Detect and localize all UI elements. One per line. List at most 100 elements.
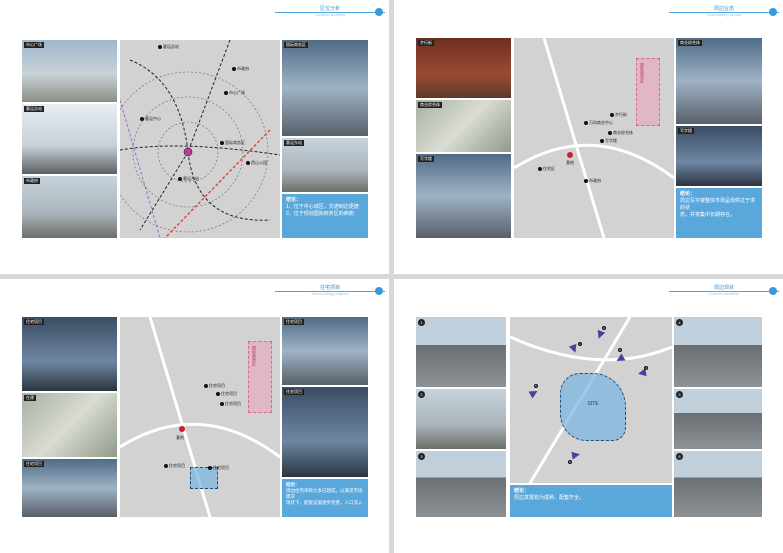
map-label: 写字楼	[600, 138, 617, 144]
map-label: 住宅项目	[216, 391, 237, 397]
photo-label: 市政府	[24, 178, 40, 184]
business-district-zone: 国际商务区	[636, 58, 660, 126]
callout-line: 态，并将集中长期存在。	[680, 212, 736, 218]
photo-street-1: 1	[416, 317, 506, 387]
header-rule	[275, 291, 385, 292]
photo-label: 在建	[24, 395, 36, 401]
map-label: 市政府	[232, 66, 249, 72]
callout-heading: 结论：	[514, 488, 530, 494]
photo-street-5: 5	[674, 389, 762, 449]
photo-street-6: 6	[674, 451, 762, 517]
photo-label: 客运东站	[284, 140, 304, 146]
map-label: 西山公园	[246, 160, 267, 166]
photo-number: 1	[418, 319, 425, 326]
photo-business-district: 国际商务区	[282, 40, 368, 136]
photo-label: 市心广场	[24, 42, 44, 48]
photo-residential-1: 住宅项目	[22, 317, 117, 391]
photo-number: 3	[418, 453, 425, 460]
photo-office-tower: 写字楼	[416, 154, 511, 238]
page-header: 住宅项目 Surrounding projects	[275, 285, 385, 296]
callout-line: 2、位于规划国际商务区的西侧	[286, 211, 354, 217]
photo-under-construction: 在建	[22, 393, 117, 457]
photo-residential-3: 住宅项目	[282, 317, 368, 385]
photo-label: 商业综合体	[678, 40, 702, 46]
page-number-badge	[769, 8, 777, 16]
photo-commercial-complex: 商业综合体	[416, 100, 511, 152]
header-rule	[669, 12, 779, 13]
callout-line: 周边发展较为成熟、配套齐全。	[514, 495, 585, 501]
photo-label: 客运总站	[24, 106, 44, 112]
callout-line: 现状下，配套设施逐步完善，人口流入	[286, 500, 363, 505]
photo-label: 国际商务区	[284, 42, 308, 48]
photo-label: 住宅项目	[24, 461, 44, 467]
photo-east-station: 客运东站	[282, 138, 368, 192]
map-label: 住宅项目	[208, 465, 229, 471]
header-rule	[669, 291, 779, 292]
map-label: 住宅区	[538, 166, 555, 172]
photo-pedestrian-street: 步行街	[416, 38, 511, 98]
condition-map: SITE 1 2 3 4 5 6	[510, 317, 672, 483]
photo-residential-2: 住宅项目	[22, 459, 117, 517]
photo-plaza: 市心广场	[22, 40, 117, 102]
map-label: 市政府	[584, 178, 601, 184]
map-label: 住宅项目	[164, 463, 185, 469]
callout-line: 1、位于中心城区，交通到达便捷	[286, 204, 359, 210]
map-label: 4	[644, 365, 648, 370]
photo-label: 住宅项目	[284, 389, 304, 395]
page-header: 区位分析 Location analysis	[275, 6, 385, 17]
map-label: 市心广场	[224, 90, 245, 96]
photo-street-3: 3	[416, 451, 506, 517]
page-location-analysis: 区位分析 Location analysis 市心广场 客运总站 市政府 客运总…	[0, 0, 389, 274]
photo-office-night: 写字楼	[676, 126, 762, 186]
callout-heading: 结论：	[286, 197, 302, 203]
page-surrounding-format: 周边业态 Surrounding format 步行街 商业综合体 写字楼 国际…	[394, 0, 783, 274]
page-header: 周边现状 Current condition	[669, 285, 779, 296]
map-label: 客运中心	[140, 116, 161, 122]
callout-line: 周边写字楼整体市场呈现供过于求的状	[680, 198, 756, 211]
page-residential-projects: 住宅项目 Surrounding projects 住宅项目 在建 住宅项目 国…	[0, 279, 389, 553]
page-number-badge	[375, 8, 383, 16]
map-label: 客运东站	[178, 176, 199, 182]
photo-government: 市政府	[22, 176, 117, 238]
page-current-condition: 周边现状 Current condition 1 2 3 SITE 1 2 3 …	[394, 279, 783, 553]
conclusion-callout: 结论： 周边发展较为成熟、配套齐全。	[510, 485, 672, 517]
photo-number: 4	[676, 319, 683, 326]
photo-label: 写字楼	[678, 128, 694, 134]
photo-street-2: 2	[416, 389, 506, 449]
map-label: 客运总站	[158, 44, 179, 50]
photo-label: 步行街	[418, 40, 434, 46]
header-rule	[275, 12, 385, 13]
page-number-badge	[375, 287, 383, 295]
format-map: 国际商务区 步行街 商业综合体 写字楼 万科商业中心 基地 住宅区 市政府	[514, 38, 674, 238]
map-label: 住宅项目	[220, 401, 241, 407]
photo-number: 2	[418, 391, 425, 398]
conclusion-callout: 结论： 周边住宅项目大多已建成，以满足市场需求 现状下，配套设施逐步完善，人口流…	[282, 479, 368, 517]
callout-heading: 结论：	[680, 191, 696, 197]
conclusion-callout: 结论： 1、位于中心城区，交通到达便捷 2、位于规划国际商务区的西侧	[282, 194, 368, 238]
photo-label: 住宅项目	[24, 319, 44, 325]
map-label: 基地	[566, 160, 574, 165]
map-label: 万科商业中心	[584, 120, 613, 126]
map-label: 步行街	[610, 112, 627, 118]
projects-map: 国际商务区 住宅项目 住宅项目 住宅项目 基地 住宅项目 住宅项目	[120, 317, 280, 517]
conclusion-callout: 结论： 周边写字楼整体市场呈现供过于求的状 态，并将集中长期存在。	[676, 188, 762, 238]
business-district-zone: 国际商务区	[248, 341, 272, 413]
photo-complex-towers: 商业综合体	[676, 38, 762, 124]
photo-label: 写字楼	[418, 156, 434, 162]
map-label: 3	[618, 347, 622, 352]
map-label: 5	[534, 383, 538, 388]
photo-residential-4: 住宅项目	[282, 387, 368, 477]
page-header: 周边业态 Surrounding format	[669, 6, 779, 17]
map-label: 商业综合体	[608, 130, 633, 136]
site-area: SITE	[560, 373, 626, 441]
photo-bus-station: 客运总站	[22, 104, 117, 174]
page-number-badge	[769, 287, 777, 295]
photo-label: 商业综合体	[418, 102, 442, 108]
map-label: 基地	[176, 435, 184, 440]
map-label: 1	[578, 341, 582, 346]
map-label: 2	[602, 325, 606, 330]
map-label: 国际商务区	[220, 140, 245, 146]
photo-street-4: 4	[674, 317, 762, 387]
location-map: 客运总站 市政府 市心广场 国际商务区 客运东站 客运中心 西山公园	[120, 40, 280, 238]
callout-line: 周边住宅项目大多已建成，以满足市场需求	[286, 488, 363, 499]
